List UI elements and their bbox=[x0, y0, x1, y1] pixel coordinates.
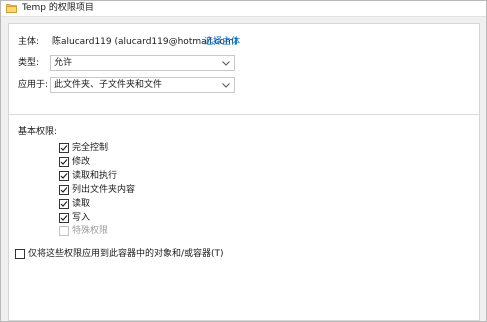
select-principal-link[interactable]: 选择主体 bbox=[204, 36, 240, 48]
type-label: 类型: bbox=[18, 58, 40, 68]
permission-label: 特殊权限 bbox=[72, 225, 109, 236]
checkmark-icon bbox=[60, 200, 68, 207]
applies-to-dropdown[interactable]: 此文件夹、子文件夹和文件 bbox=[50, 77, 235, 93]
title-bar: Temp 的权限项目 bbox=[1, 1, 486, 16]
permission-label: 完全控制 bbox=[72, 142, 109, 153]
checkmark-icon bbox=[60, 172, 68, 179]
type-dropdown[interactable]: 允许 bbox=[50, 55, 235, 71]
permission-entry-window: Temp 的权限项目 主体: 陈alucard119 (alucard119@h… bbox=[0, 0, 487, 322]
permission-label: 读取 bbox=[72, 198, 91, 209]
permission-label: 写入 bbox=[72, 212, 91, 223]
permission-label: 读取和执行 bbox=[72, 170, 118, 181]
permission-label: 修改 bbox=[72, 156, 91, 167]
checkbox[interactable] bbox=[15, 249, 25, 259]
principal-label: 主体: bbox=[18, 37, 40, 47]
checkmark-icon bbox=[60, 158, 68, 165]
apply-to-children-option[interactable]: 仅将这些权限应用到此容器中的对象和/或容器(T) bbox=[15, 248, 224, 260]
permission-modify[interactable]: 修改 bbox=[59, 155, 90, 168]
apply-to-children-label: 仅将这些权限应用到此容器中的对象和/或容器(T) bbox=[28, 249, 224, 259]
title-divider bbox=[1, 16, 486, 17]
checkmark-icon bbox=[60, 214, 68, 221]
applies-to-dropdown-value: 此文件夹、子文件夹和文件 bbox=[54, 80, 163, 90]
permission-list-folder[interactable]: 列出文件夹内容 bbox=[59, 183, 135, 196]
permission-read-execute[interactable]: 读取和执行 bbox=[59, 169, 117, 182]
basic-permissions-heading: 基本权限: bbox=[18, 127, 58, 137]
chevron-down-icon bbox=[222, 61, 230, 66]
folder-icon bbox=[6, 4, 17, 13]
checkbox[interactable] bbox=[59, 212, 69, 223]
checkmark-icon bbox=[60, 144, 68, 151]
type-dropdown-value: 允许 bbox=[54, 58, 73, 68]
checkbox[interactable] bbox=[59, 142, 69, 153]
permission-label: 列出文件夹内容 bbox=[72, 184, 136, 195]
checkmark-icon bbox=[60, 186, 68, 193]
section-divider bbox=[9, 114, 479, 115]
permission-special: 特殊权限 bbox=[59, 224, 108, 237]
applies-to-label: 应用于: bbox=[18, 80, 49, 90]
checkbox[interactable] bbox=[59, 170, 69, 181]
checkbox[interactable] bbox=[59, 198, 69, 209]
permission-read[interactable]: 读取 bbox=[59, 197, 90, 210]
checkbox-disabled bbox=[59, 225, 69, 236]
chevron-down-icon bbox=[222, 83, 230, 88]
permission-write[interactable]: 写入 bbox=[59, 211, 90, 224]
permission-full-control[interactable]: 完全控制 bbox=[59, 141, 108, 154]
window-title: Temp 的权限项目 bbox=[22, 3, 94, 13]
checkbox[interactable] bbox=[59, 156, 69, 167]
checkbox[interactable] bbox=[59, 184, 69, 195]
